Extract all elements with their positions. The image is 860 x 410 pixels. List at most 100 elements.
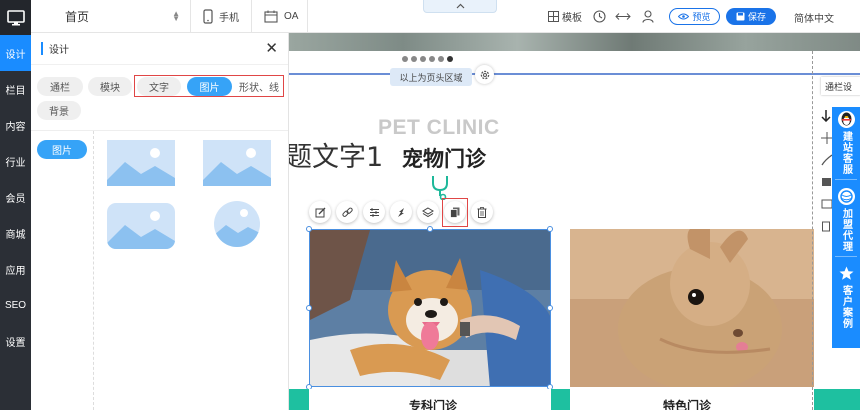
- tab-banner[interactable]: 通栏: [37, 77, 83, 96]
- divider: [835, 256, 857, 257]
- arrows-horizontal-icon: [615, 13, 631, 20]
- oa-label: OA: [284, 11, 299, 22]
- image-rect-thumb[interactable]: [107, 140, 175, 186]
- nav-item-column[interactable]: 栏目: [0, 71, 31, 107]
- resize-handle[interactable]: [306, 305, 312, 311]
- section-title[interactable]: 宠物门诊: [402, 143, 486, 173]
- image-rect-thumb-2[interactable]: [203, 140, 271, 186]
- sliders-icon: [369, 208, 379, 216]
- close-icon[interactable]: ✕: [265, 39, 278, 57]
- rabbit-photo[interactable]: [570, 229, 814, 387]
- settings-list-button[interactable]: [363, 201, 385, 223]
- tab-image[interactable]: 图片: [187, 77, 232, 96]
- monitor-icon[interactable]: [0, 0, 31, 35]
- template-label: 模板: [562, 13, 582, 24]
- nav-item-seo[interactable]: SEO: [0, 287, 31, 323]
- nav-item-design[interactable]: 设计: [0, 35, 31, 71]
- save-label: 保存: [747, 12, 766, 22]
- edit-button[interactable]: [309, 201, 331, 223]
- card-accent-bar: [814, 389, 860, 410]
- layers-icon: [422, 206, 434, 217]
- updown-icon: ▲ ▼: [172, 9, 180, 23]
- card-accent-bar: [551, 389, 570, 410]
- top-toolbar: 首页 ▲ ▼ 手机 OA 模板 预览 保存 简体中文: [31, 0, 860, 33]
- link-icon: [341, 207, 353, 217]
- page-select-value: 首页: [65, 10, 90, 24]
- collapse-toggle[interactable]: [423, 0, 497, 13]
- header-settings-button[interactable]: [475, 65, 494, 84]
- divider: [93, 131, 94, 410]
- language-select[interactable]: 简体中文: [794, 10, 834, 25]
- history-button[interactable]: [593, 0, 606, 33]
- oa-button[interactable]: OA: [264, 0, 298, 33]
- editor-canvas: 以上为页头区域 题文字1 PET CLINIC 宠物门诊 专科门诊 特色门诊 通…: [289, 33, 860, 410]
- resize-handle[interactable]: [547, 305, 553, 311]
- mobile-button[interactable]: 手机: [203, 0, 239, 33]
- page-select[interactable]: 首页 ▲ ▼: [31, 0, 191, 33]
- divider: [307, 0, 308, 33]
- header-area-tip: 以上为页头区域: [390, 68, 472, 86]
- resize-handle[interactable]: [306, 226, 312, 232]
- calendar-icon: [264, 10, 278, 23]
- service-label: 客户案例: [840, 285, 852, 329]
- divider: [31, 130, 288, 131]
- panel-header: 设计: [31, 33, 288, 65]
- resize-handle[interactable]: [547, 226, 553, 232]
- trash-icon: [477, 206, 487, 218]
- image-rounded-thumb[interactable]: [107, 203, 175, 249]
- resize-handle[interactable]: [427, 226, 433, 232]
- preview-button[interactable]: 预览: [669, 8, 720, 25]
- phone-icon: [203, 9, 213, 24]
- service-label: 建站客服: [840, 131, 852, 175]
- design-panel: 设计 ✕ 通栏 模块 文字 图片 形状、线 背景 图片: [31, 33, 289, 410]
- service-label: 加盟代理: [840, 208, 852, 252]
- user-button[interactable]: [642, 0, 654, 33]
- nav-item-industry[interactable]: 行业: [0, 143, 31, 179]
- tab-module[interactable]: 模块: [88, 77, 132, 96]
- mobile-label: 手机: [219, 13, 239, 24]
- save-button[interactable]: 保存: [726, 8, 776, 25]
- layers-button[interactable]: [417, 201, 439, 223]
- nav-item-shop[interactable]: 商城: [0, 215, 31, 251]
- chevron-up-icon: [456, 3, 464, 9]
- tab-text[interactable]: 文字: [137, 77, 181, 96]
- animation-icon: [397, 207, 404, 217]
- category-image[interactable]: 图片: [37, 140, 87, 159]
- save-icon: [736, 12, 745, 21]
- service-item-support[interactable]: 建站客服: [837, 107, 855, 175]
- tab-background[interactable]: 背景: [37, 101, 81, 120]
- edit-icon: [315, 207, 325, 217]
- card-title[interactable]: 特色门诊: [663, 397, 711, 410]
- globe-icon: [837, 188, 855, 205]
- service-item-franchise[interactable]: 加盟代理: [837, 184, 855, 252]
- qq-penguin-icon: [837, 111, 855, 128]
- header-banner-image[interactable]: [289, 33, 860, 51]
- banner-settings-tag[interactable]: 通栏设: [821, 77, 860, 95]
- image-circle-thumb[interactable]: [214, 201, 260, 247]
- nav-item-apps[interactable]: 应用: [0, 251, 31, 287]
- gear-icon: [480, 70, 489, 79]
- left-nav: 设计 栏目 内容 行业 会员 商城 应用 SEO 设置: [0, 0, 31, 410]
- tab-shapes[interactable]: 形状、线: [236, 77, 282, 96]
- delete-button[interactable]: [471, 201, 493, 223]
- section-subtitle-en[interactable]: PET CLINIC: [378, 116, 500, 140]
- language-label: 简体中文: [794, 14, 834, 25]
- nav-item-settings[interactable]: 设置: [0, 323, 31, 359]
- stethoscope-icon[interactable]: [429, 174, 455, 200]
- header-boundary: [289, 73, 860, 75]
- card-title[interactable]: 专科门诊: [409, 397, 457, 410]
- template-button[interactable]: 模板: [548, 0, 582, 33]
- animation-button[interactable]: [390, 201, 412, 223]
- banner-title-text[interactable]: 题文字1: [289, 135, 383, 174]
- nav-item-member[interactable]: 会员: [0, 179, 31, 215]
- divider: [251, 0, 252, 33]
- eye-icon: [678, 13, 690, 20]
- card-accent-bar: [289, 389, 309, 410]
- service-item-cases[interactable]: 客户案例: [838, 261, 855, 329]
- nav-item-content[interactable]: 内容: [0, 107, 31, 143]
- grid-icon: [548, 11, 559, 22]
- link-button[interactable]: [336, 201, 358, 223]
- carousel-dots[interactable]: [402, 56, 453, 62]
- width-button[interactable]: [615, 0, 631, 33]
- corgi-photo[interactable]: [309, 229, 551, 387]
